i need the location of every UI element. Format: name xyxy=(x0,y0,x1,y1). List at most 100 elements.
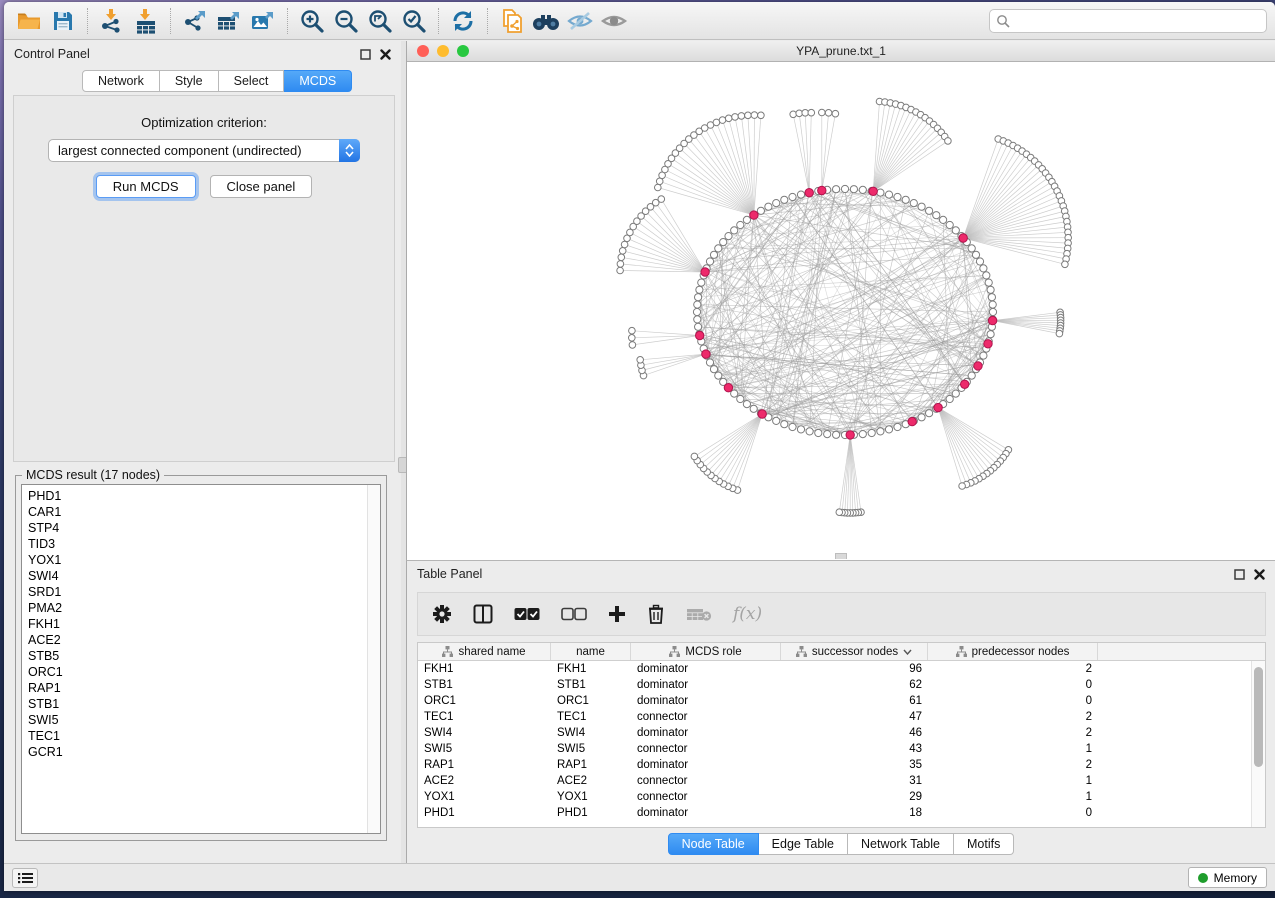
mcds-list-scrollbar[interactable] xyxy=(367,485,380,833)
memory-button[interactable]: Memory xyxy=(1188,867,1267,888)
export-network-button[interactable] xyxy=(178,6,212,36)
table-scrollbar[interactable] xyxy=(1251,661,1265,827)
deselect-all-rows-button[interactable] xyxy=(561,607,587,621)
mcds-node-item[interactable]: ORC1 xyxy=(28,664,374,680)
select-all-rows-button[interactable] xyxy=(514,607,540,621)
mcds-node-item[interactable]: TID3 xyxy=(28,536,374,552)
mcds-node-item[interactable]: STB5 xyxy=(28,648,374,664)
mcds-graph-node[interactable] xyxy=(758,410,766,418)
mcds-node-item[interactable]: YOX1 xyxy=(28,552,374,568)
column-header-predecessor-nodes[interactable]: predecessor nodes xyxy=(928,643,1098,660)
close-panel-icon[interactable] xyxy=(380,49,391,60)
first-neighbors-button[interactable] xyxy=(529,6,563,36)
import-table-button[interactable] xyxy=(129,6,163,36)
zoom-out-button[interactable] xyxy=(329,6,363,36)
export-table-button[interactable] xyxy=(212,6,246,36)
show-column-panel-button[interactable] xyxy=(473,604,493,624)
table-row[interactable]: ACE2ACE2connector311 xyxy=(418,773,1251,789)
optimization-criterion-select[interactable]: largest connected component (undirected) xyxy=(48,139,360,162)
task-history-button[interactable] xyxy=(12,868,38,888)
column-header-name[interactable]: name xyxy=(551,643,631,660)
import-network-button[interactable] xyxy=(95,6,129,36)
mcds-node-item[interactable]: SWI4 xyxy=(28,568,374,584)
mcds-graph-node[interactable] xyxy=(696,331,704,339)
export-image-button[interactable] xyxy=(246,6,280,36)
table-row[interactable]: TEC1TEC1connector472 xyxy=(418,709,1251,725)
table-settings-button[interactable] xyxy=(432,604,452,624)
table-row[interactable]: SWI4SWI4dominator462 xyxy=(418,725,1251,741)
clone-network-button[interactable] xyxy=(495,6,529,36)
tab-motifs[interactable]: Motifs xyxy=(954,833,1014,855)
column-header-shared-name[interactable]: shared name xyxy=(418,643,551,660)
network-graph[interactable] xyxy=(407,62,1275,559)
tab-network-table[interactable]: Network Table xyxy=(848,833,954,855)
table-row[interactable]: PHD1PHD1dominator180 xyxy=(418,805,1251,821)
mcds-node-item[interactable]: FKH1 xyxy=(28,616,374,632)
search-input[interactable] xyxy=(1015,14,1260,28)
column-header-MCDS-role[interactable]: MCDS role xyxy=(631,643,781,660)
mcds-graph-node[interactable] xyxy=(961,380,969,388)
mcds-node-item[interactable]: RAP1 xyxy=(28,680,374,696)
mcds-node-item[interactable]: SWI5 xyxy=(28,712,374,728)
hide-selected-button[interactable] xyxy=(563,6,597,36)
table-row[interactable]: YOX1YOX1connector291 xyxy=(418,789,1251,805)
save-session-button[interactable] xyxy=(46,6,80,36)
mcds-graph-node[interactable] xyxy=(702,350,710,358)
mcds-node-item[interactable]: GCR1 xyxy=(28,744,374,760)
mcds-graph-node[interactable] xyxy=(701,268,709,276)
close-panel-button[interactable]: Close panel xyxy=(210,175,313,198)
network-canvas[interactable] xyxy=(407,62,1275,559)
horizontal-splitter-grip[interactable] xyxy=(835,553,847,559)
tab-select[interactable]: Select xyxy=(219,70,285,92)
table-scrollbar-thumb[interactable] xyxy=(1254,667,1263,767)
mcds-graph-node[interactable] xyxy=(846,431,854,439)
zoom-in-button[interactable] xyxy=(295,6,329,36)
mcds-node-item[interactable]: CAR1 xyxy=(28,504,374,520)
float-panel-icon[interactable] xyxy=(360,49,371,60)
search-field[interactable] xyxy=(989,9,1267,33)
mcds-graph-node[interactable] xyxy=(818,186,826,194)
mcds-graph-node[interactable] xyxy=(934,403,942,411)
tab-style[interactable]: Style xyxy=(160,70,219,92)
mcds-graph-node[interactable] xyxy=(724,384,732,392)
mcds-graph-node[interactable] xyxy=(988,316,996,324)
mcds-node-item[interactable]: PMA2 xyxy=(28,600,374,616)
mcds-node-item[interactable]: STP4 xyxy=(28,520,374,536)
column-header-successor-nodes[interactable]: successor nodes xyxy=(781,643,928,660)
table-row[interactable]: RAP1RAP1dominator352 xyxy=(418,757,1251,773)
tab-edge-table[interactable]: Edge Table xyxy=(759,833,848,855)
show-all-button[interactable] xyxy=(597,6,631,36)
table-row[interactable]: FKH1FKH1dominator962 xyxy=(418,661,1251,677)
table-row[interactable]: STB1STB1dominator620 xyxy=(418,677,1251,693)
network-view-titlebar[interactable]: YPA_prune.txt_1 xyxy=(407,41,1275,62)
add-column-button[interactable] xyxy=(608,605,626,623)
tab-network[interactable]: Network xyxy=(82,70,160,92)
close-panel-icon[interactable] xyxy=(1254,569,1265,580)
mcds-graph-node[interactable] xyxy=(908,417,916,425)
function-builder-button[interactable]: f(x) xyxy=(733,604,762,624)
mcds-graph-node[interactable] xyxy=(959,234,967,242)
delete-columns-button[interactable] xyxy=(647,604,665,624)
tab-node-table[interactable]: Node Table xyxy=(668,833,759,855)
mcds-graph-node[interactable] xyxy=(869,187,877,195)
open-session-button[interactable] xyxy=(12,6,46,36)
tab-mcds[interactable]: MCDS xyxy=(284,70,352,92)
apply-layout-button[interactable] xyxy=(446,6,480,36)
mcds-node-item[interactable]: ACE2 xyxy=(28,632,374,648)
mcds-result-list[interactable]: PHD1CAR1STP4TID3YOX1SWI4SRD1PMA2FKH1ACE2… xyxy=(21,484,381,834)
zoom-fit-button[interactable] xyxy=(363,6,397,36)
mcds-graph-node[interactable] xyxy=(984,340,992,348)
mcds-node-item[interactable]: TEC1 xyxy=(28,728,374,744)
table-row[interactable]: ORC1ORC1dominator610 xyxy=(418,693,1251,709)
float-panel-icon[interactable] xyxy=(1234,569,1245,580)
mcds-graph-node[interactable] xyxy=(805,189,813,197)
mcds-graph-node[interactable] xyxy=(750,211,758,219)
mcds-node-item[interactable]: STB1 xyxy=(28,696,374,712)
run-mcds-button[interactable]: Run MCDS xyxy=(96,175,196,198)
mcds-graph-node[interactable] xyxy=(974,362,982,370)
mcds-node-item[interactable]: SRD1 xyxy=(28,584,374,600)
delete-table-button[interactable] xyxy=(686,606,712,622)
zoom-selected-button[interactable] xyxy=(397,6,431,36)
mcds-node-item[interactable]: PHD1 xyxy=(28,488,374,504)
table-row[interactable]: SWI5SWI5connector431 xyxy=(418,741,1251,757)
